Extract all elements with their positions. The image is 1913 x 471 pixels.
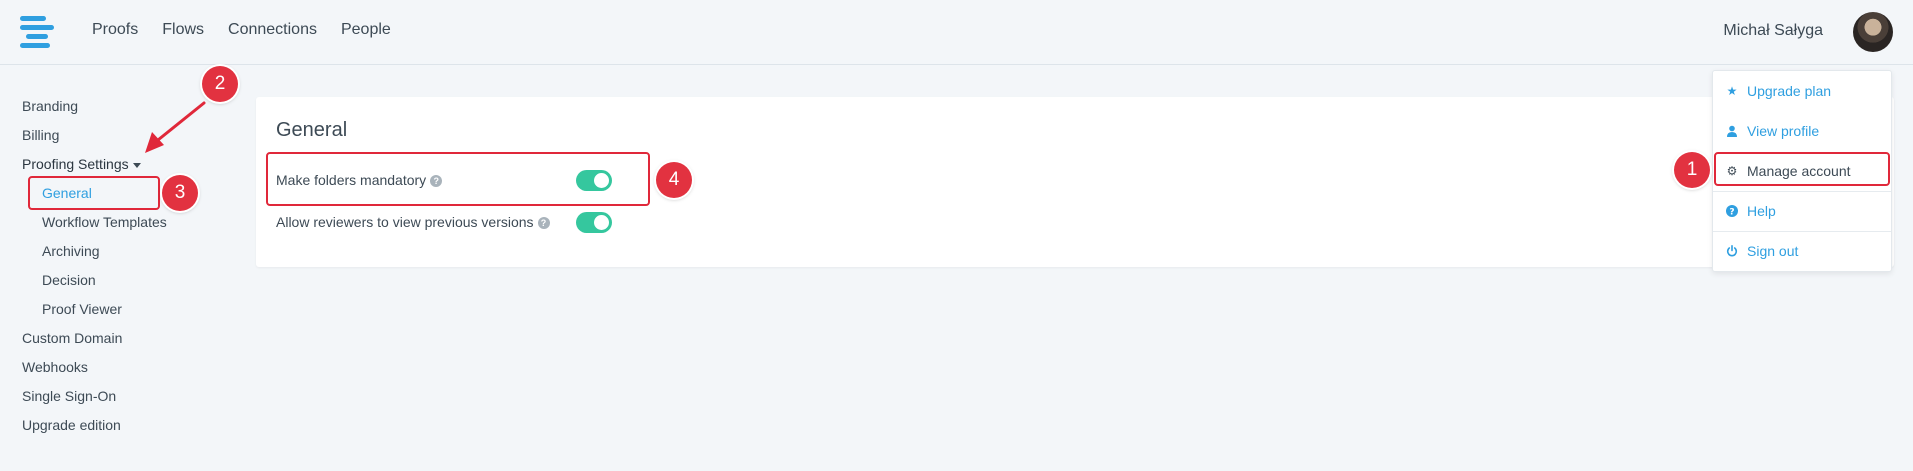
reviewers-previous-versions-toggle[interactable]	[576, 212, 612, 233]
sidebar-item-proof-viewer[interactable]: Proof Viewer	[22, 299, 222, 328]
sidebar-item-workflow-templates[interactable]: Workflow Templates	[22, 212, 222, 241]
setting-reviewers-previous-versions: Allow reviewers to view previous version…	[276, 214, 550, 230]
annotation-badge-4: 4	[656, 162, 692, 198]
highlight-manage-account	[1714, 152, 1890, 186]
sidebar-item-custom-domain[interactable]: Custom Domain	[22, 328, 222, 357]
user-icon	[1725, 124, 1739, 138]
sidebar-item-webhooks[interactable]: Webhooks	[22, 357, 222, 386]
menu-item-upgrade-plan[interactable]: ★ Upgrade plan	[1713, 71, 1891, 111]
avatar[interactable]	[1853, 12, 1893, 52]
power-icon	[1725, 244, 1739, 258]
top-bar: Proofs Flows Connections People Michał S…	[0, 0, 1913, 65]
page-title: General	[276, 119, 348, 141]
svg-text:?: ?	[1729, 208, 1734, 218]
menu-item-help[interactable]: ? Help	[1713, 191, 1891, 231]
question-icon: ?	[1725, 204, 1739, 218]
highlight-general	[28, 176, 160, 210]
setting-label: Allow reviewers to view previous version…	[276, 214, 534, 230]
menu-item-view-profile[interactable]: View profile	[1713, 111, 1891, 151]
sidebar-item-decision[interactable]: Decision	[22, 270, 222, 299]
help-question-icon[interactable]: ?	[537, 217, 550, 229]
sidebar-item-single-sign-on[interactable]: Single Sign-On	[22, 386, 222, 415]
annotation-badge-2: 2	[202, 66, 238, 102]
highlight-folders-mandatory	[266, 152, 650, 206]
star-icon: ★	[1726, 84, 1738, 98]
user-name[interactable]: Michał Sałyga	[1723, 22, 1823, 40]
annotation-badge-1: 1	[1674, 152, 1710, 188]
annotation-badge-3: 3	[162, 175, 198, 211]
sidebar-item-upgrade-edition[interactable]: Upgrade edition	[22, 415, 222, 444]
nav-people[interactable]: People	[341, 21, 391, 39]
menu-item-sign-out[interactable]: Sign out	[1713, 231, 1891, 271]
sidebar-item-archiving[interactable]: Archiving	[22, 241, 222, 270]
